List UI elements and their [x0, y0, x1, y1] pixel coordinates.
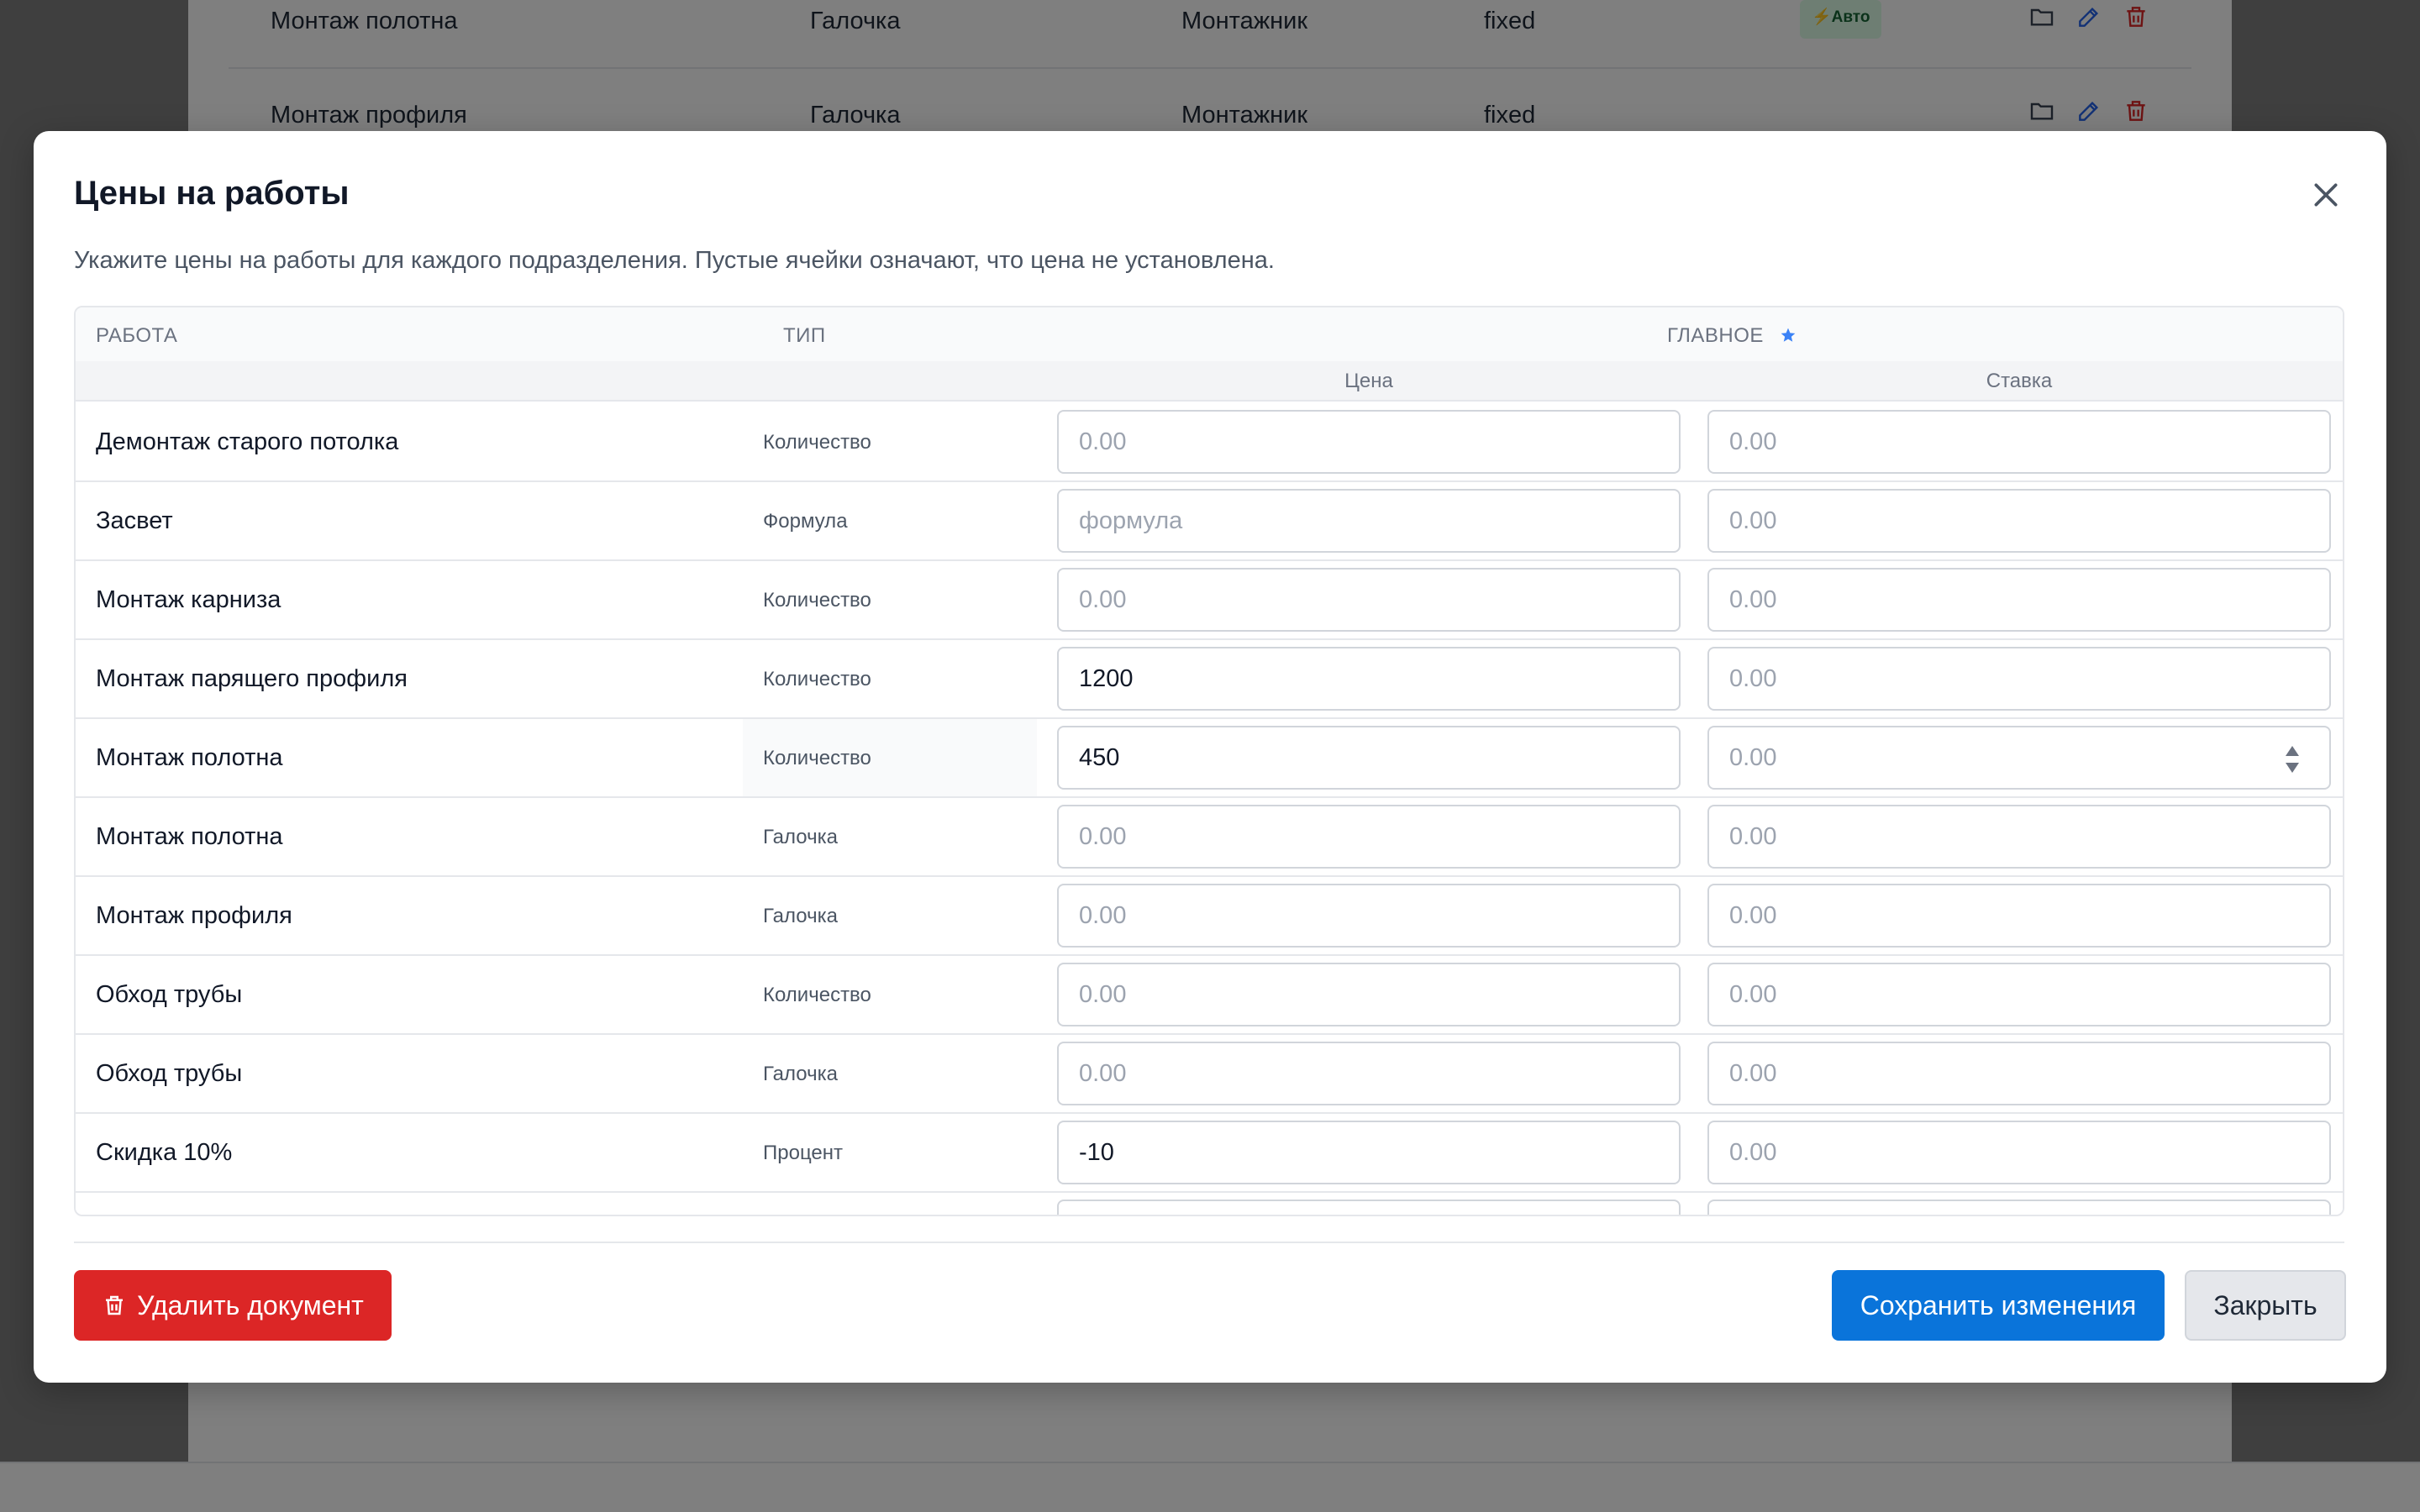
work-type: Количество — [763, 747, 871, 769]
table-row: Обход трубы Количество — [76, 956, 2343, 1035]
header-type: ТИП — [783, 324, 826, 347]
header-price: Цена — [1344, 370, 1393, 392]
rate-input[interactable] — [1707, 1200, 2331, 1215]
work-name: Демонтаж старого потолка — [96, 428, 399, 455]
work-type: Галочка — [763, 826, 838, 848]
prices-modal: Цены на работы Укажите цены на работы дл… — [34, 131, 2386, 1383]
close-button[interactable]: Закрыть — [2185, 1270, 2346, 1341]
rate-input[interactable] — [1707, 884, 2331, 948]
work-name: Монтаж профиля — [96, 902, 292, 929]
table-row: Обход трубы Галочка — [76, 1035, 2343, 1114]
table-subheader: Цена Ставка — [76, 361, 2343, 402]
prices-table: РАБОТА ТИП ГЛАВНОЕ Цена Ставка Демонтаж … — [74, 306, 2344, 1216]
work-name: Засвет — [96, 507, 173, 534]
rate-input[interactable] — [1707, 726, 2331, 790]
price-input[interactable] — [1057, 568, 1681, 632]
price-input[interactable] — [1057, 1042, 1681, 1105]
price-input[interactable] — [1057, 1200, 1681, 1215]
work-type: Количество — [763, 589, 871, 612]
number-spinner-icon[interactable] — [2284, 744, 2301, 774]
price-input[interactable] — [1057, 489, 1681, 553]
price-input[interactable] — [1057, 963, 1681, 1026]
rate-input[interactable] — [1707, 410, 2331, 474]
work-type: Количество — [763, 984, 871, 1006]
table-row: Монтаж парящего профиля Количество — [76, 640, 2343, 719]
table-row: Демонтаж старого потолка Количество — [76, 403, 2343, 482]
work-name: Обход трубы — [96, 1060, 243, 1087]
table-row: Монтаж карниза Количество — [76, 561, 2343, 640]
work-name: Скидка 10% — [96, 1139, 233, 1166]
table-header: РАБОТА ТИП ГЛАВНОЕ — [76, 307, 2343, 361]
rate-input[interactable] — [1707, 963, 2331, 1026]
rate-input[interactable] — [1707, 805, 2331, 869]
header-division-label: ГЛАВНОЕ — [1667, 324, 1764, 347]
work-type: Формула — [763, 510, 848, 533]
price-input[interactable] — [1057, 726, 1681, 790]
rate-input[interactable] — [1707, 568, 2331, 632]
modal-description: Укажите цены на работы для каждого подра… — [74, 247, 1275, 274]
modal-title: Цены на работы — [74, 175, 350, 212]
delete-label: Удалить документ — [137, 1289, 364, 1320]
table-row: Скидка 10% Процент — [76, 1114, 2343, 1193]
work-type: Галочка — [763, 905, 838, 927]
price-input[interactable] — [1057, 805, 1681, 869]
rate-input[interactable] — [1707, 489, 2331, 553]
rate-input[interactable] — [1707, 647, 2331, 711]
work-type: Количество — [763, 668, 871, 690]
header-work: РАБОТА — [96, 324, 178, 347]
close-icon[interactable] — [2302, 171, 2349, 218]
header-rate: Ставка — [1986, 370, 2053, 392]
price-input[interactable] — [1057, 1121, 1681, 1184]
table-row: Монтаж полотна Количество — [76, 719, 2343, 798]
rate-input[interactable] — [1707, 1121, 2331, 1184]
table-body: Демонтаж старого потолка Количество Засв… — [76, 403, 2343, 1215]
work-name: Монтаж полотна — [96, 823, 283, 850]
table-row: Монтаж профиля Галочка — [76, 877, 2343, 956]
work-type: Процент — [763, 1142, 844, 1164]
table-row: Засвет Формула — [76, 482, 2343, 561]
work-name: Монтаж полотна — [96, 744, 283, 771]
footer-divider — [74, 1242, 2344, 1243]
rate-input[interactable] — [1707, 1042, 2331, 1105]
star-icon — [1781, 328, 1796, 342]
trash-icon — [106, 1295, 124, 1315]
price-input[interactable] — [1057, 884, 1681, 948]
save-changes-button[interactable]: Сохранить изменения — [1832, 1270, 2165, 1341]
table-row: Монтаж полотна Галочка — [76, 798, 2343, 877]
price-input[interactable] — [1057, 410, 1681, 474]
table-row-partial — [76, 1193, 2343, 1215]
work-type: Количество — [763, 431, 871, 454]
work-name: Обход трубы — [96, 981, 243, 1008]
work-name: Монтаж карниза — [96, 586, 281, 613]
header-division: ГЛАВНОЕ — [1667, 324, 1797, 348]
delete-document-button[interactable]: Удалить документ — [74, 1270, 392, 1341]
price-input[interactable] — [1057, 647, 1681, 711]
work-name: Монтаж парящего профиля — [96, 665, 408, 692]
work-type: Галочка — [763, 1063, 838, 1085]
